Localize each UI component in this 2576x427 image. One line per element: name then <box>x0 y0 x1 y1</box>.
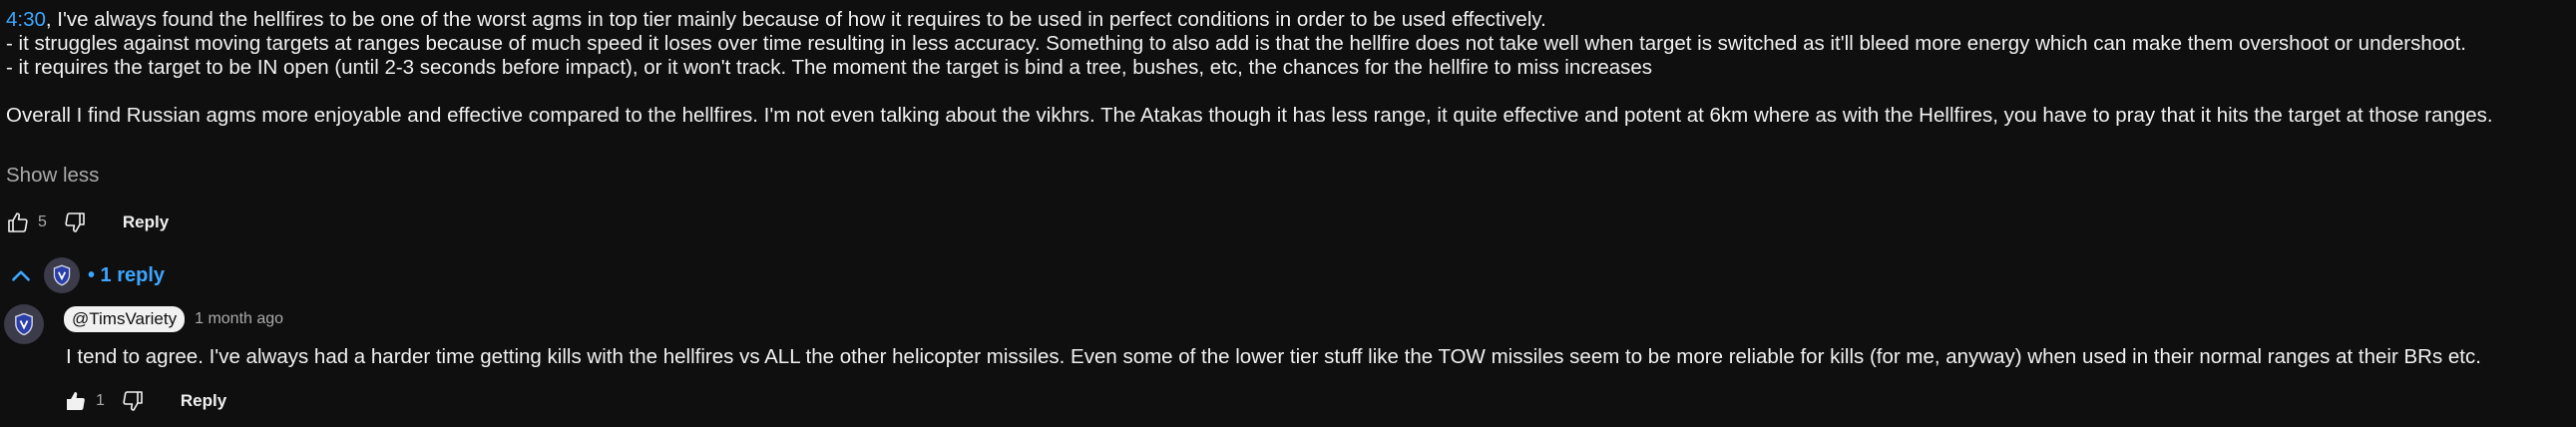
comment-actions: 5 Reply <box>0 203 169 242</box>
reply-author[interactable]: @TimsVariety <box>64 306 186 332</box>
comment-line-3: - it requires the target to be IN open (… <box>6 56 1653 79</box>
reply-body: I tend to agree. I've always had a harde… <box>66 345 2481 368</box>
reply-actions: 1 Reply <box>58 381 226 421</box>
comment-line-5: Overall I find Russian agms more enjoyab… <box>6 104 2493 127</box>
reply-button[interactable]: Reply <box>123 213 169 232</box>
reply-reply-button[interactable]: Reply <box>181 391 226 411</box>
thumb-up-filled-icon[interactable] <box>58 383 94 419</box>
avatar <box>44 257 80 293</box>
reply-like-count: 1 <box>96 392 105 409</box>
thumb-down-outline-icon[interactable] <box>57 205 93 240</box>
comment-line-2: - it struggles against moving targets at… <box>6 32 2466 55</box>
comment-body: 4:30, I've always found the hellfires to… <box>6 8 2570 128</box>
reply-avatar[interactable] <box>4 304 44 344</box>
timestamp-link[interactable]: 4:30 <box>6 8 46 31</box>
show-less-button[interactable]: Show less <box>6 164 99 188</box>
like-count: 5 <box>38 214 47 230</box>
thumb-up-outline-icon[interactable] <box>0 205 36 240</box>
reply-timestamp[interactable]: 1 month ago <box>195 310 283 328</box>
chevron-up-icon <box>6 260 36 290</box>
thumb-down-outline-icon[interactable] <box>115 383 151 419</box>
comment-thread: 4:30, I've always found the hellfires to… <box>0 0 2576 427</box>
comment-line-1: , I've always found the hellfires to be … <box>45 8 1546 31</box>
reply-count-label: • 1 reply <box>88 263 166 286</box>
replies-toggle[interactable]: • 1 reply <box>6 255 165 295</box>
reply-header: @TimsVariety 1 month ago <box>64 304 283 334</box>
